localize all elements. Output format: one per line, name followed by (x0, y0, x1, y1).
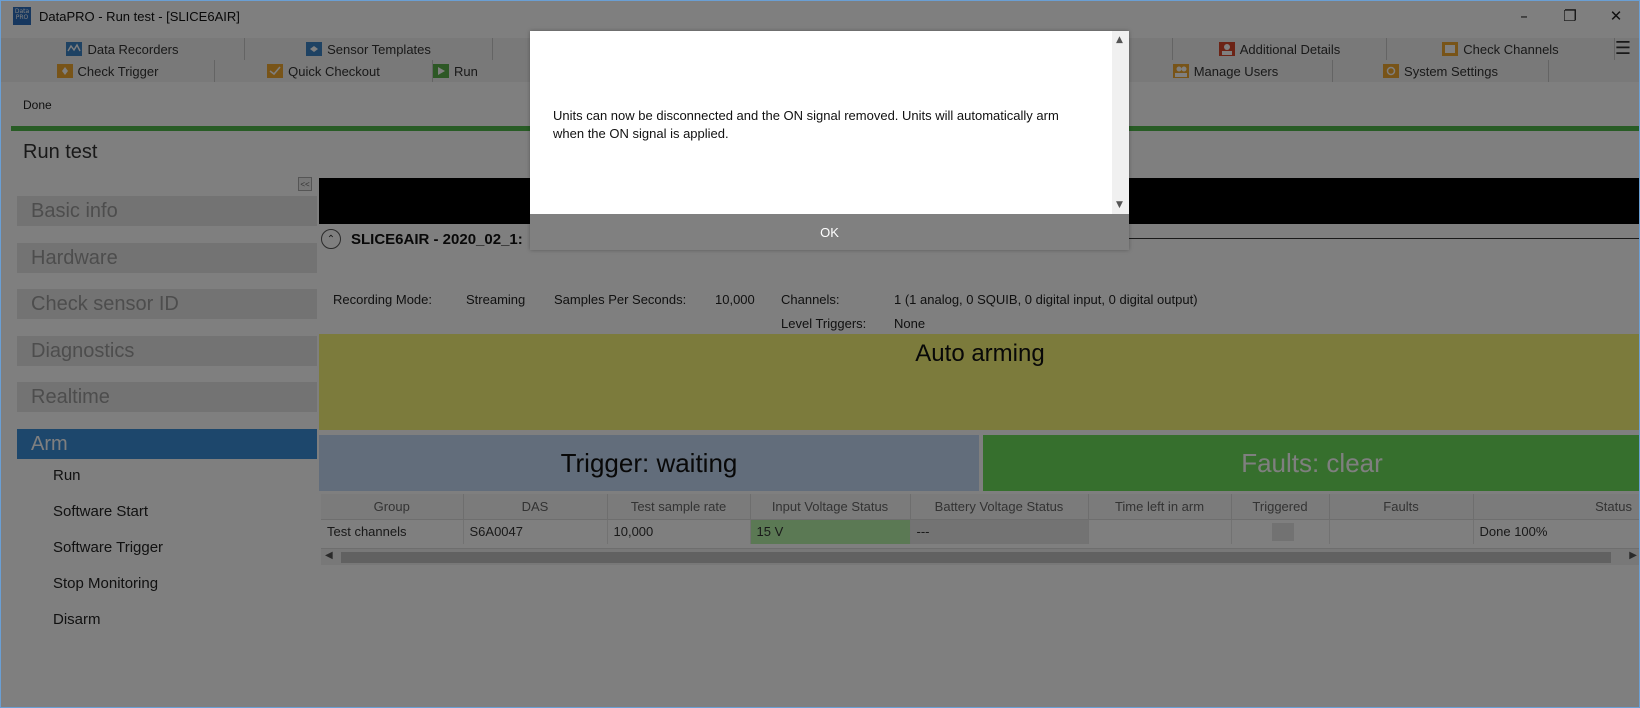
tab-label: Sensor Templates (327, 41, 431, 57)
tab-label: Additional Details (1239, 41, 1341, 57)
page-title: Run test (23, 141, 98, 163)
run-icon (433, 64, 449, 78)
recording-mode-label: Recording Mode: (333, 292, 432, 307)
tab-check-trigger[interactable]: Check Trigger (1, 60, 215, 82)
status-text: Done (23, 98, 52, 112)
recording-mode-value: Streaming (466, 292, 526, 307)
faults-status-panel: Faults: clear (983, 435, 1639, 491)
restore-button[interactable]: ❐ (1547, 1, 1593, 31)
step-hardware[interactable]: Hardware (17, 243, 317, 273)
cell-input-voltage: 15 V (750, 519, 911, 544)
recorder-icon (66, 42, 83, 56)
test-title: SLICE6AIR - 2020_02_1: (351, 230, 523, 248)
trigger-icon (56, 64, 73, 78)
cell-rate: 10,000 (607, 519, 751, 544)
cell-das: S6A0047 (463, 519, 608, 544)
trigger-status-panel: Trigger: waiting (319, 435, 979, 491)
column-header-sample-rate[interactable]: Test sample rate (607, 494, 751, 520)
scrollbar-thumb[interactable] (341, 552, 1611, 563)
sps-value: 10,000 (715, 292, 755, 307)
settings-icon (1383, 64, 1400, 78)
tab-label: Quick Checkout (288, 63, 380, 79)
column-header-faults[interactable]: Faults (1329, 494, 1474, 520)
arming-status-text: Auto arming (915, 340, 1045, 367)
tab-data-recorders[interactable]: Data Recorders (1, 38, 245, 60)
tab-manage-users[interactable]: Manage Users (1119, 60, 1333, 82)
horizontal-scrollbar[interactable]: ◀ ▶ (321, 548, 1639, 565)
tab-label: Check Channels (1463, 41, 1559, 57)
column-header-status[interactable]: Status (1473, 494, 1639, 520)
channels-label: Channels: (781, 292, 840, 307)
column-header-triggered[interactable]: Triggered (1231, 494, 1330, 520)
chevron-up-icon[interactable]: ⌃ (321, 229, 341, 249)
scroll-down-icon[interactable]: ▼ (1116, 200, 1123, 210)
step-diagnostics[interactable]: Diagnostics (17, 336, 317, 366)
scroll-up-icon[interactable]: ▲ (1116, 35, 1123, 45)
test-header: ⌃ SLICE6AIR - 2020_02_1: (321, 229, 523, 249)
sps-label: Samples Per Seconds: (554, 292, 687, 307)
cell-status: Done 100% (1473, 519, 1639, 544)
column-header-das[interactable]: DAS (463, 494, 608, 520)
tab-label: Data Recorders (87, 41, 179, 57)
triggered-indicator (1272, 522, 1294, 541)
template-icon (306, 42, 323, 56)
channels-value: 1 (1 analog, 0 SQUIB, 0 digital input, 0… (894, 292, 1198, 307)
sub-item-software-trigger[interactable]: Software Trigger (53, 539, 163, 556)
check-channels-icon (1442, 42, 1459, 56)
scroll-right-icon[interactable]: ▶ (1629, 550, 1637, 561)
tab-additional-details[interactable]: Additional Details (1173, 38, 1387, 60)
column-header-battery-voltage[interactable]: Battery Voltage Status (910, 494, 1089, 520)
tab-label: Check Trigger (77, 63, 159, 79)
minimize-button[interactable]: – (1501, 1, 1547, 31)
step-arm[interactable]: Arm (17, 429, 317, 459)
sub-item-disarm[interactable]: Disarm (53, 611, 101, 628)
step-check-sensor-id[interactable]: Check sensor ID (17, 289, 317, 319)
column-header-input-voltage[interactable]: Input Voltage Status (750, 494, 911, 520)
sub-item-software-start[interactable]: Software Start (53, 503, 148, 520)
app-window: Data PRO DataPRO - Run test - [SLICE6AIR… (0, 0, 1640, 708)
step-realtime[interactable]: Realtime (17, 382, 317, 412)
menu-icon[interactable]: ☰ (1615, 38, 1631, 59)
column-header-time-left[interactable]: Time left in arm (1088, 494, 1232, 520)
level-triggers-value: None (894, 316, 926, 331)
dialog-message: Units can now be disconnected and the ON… (553, 108, 1059, 141)
tab-sensor-templates[interactable]: Sensor Templates (245, 38, 493, 60)
window-title: DataPRO - Run test - [SLICE6AIR] (39, 8, 240, 24)
tab-check-channels[interactable]: Check Channels (1387, 38, 1615, 60)
message-dialog: Units can now be disconnected and the ON… (530, 31, 1129, 250)
ok-button[interactable]: OK (530, 214, 1129, 250)
divider (1129, 238, 1639, 239)
arming-status-panel: Auto arming (319, 334, 1639, 430)
collapse-sidebar-button[interactable]: << (298, 177, 312, 191)
das-table: Group DAS Test sample rate Input Voltage… (321, 494, 1639, 544)
sub-item-run[interactable]: Run (53, 467, 81, 484)
tab-label: Run (454, 63, 478, 79)
table-header-row: Group DAS Test sample rate Input Voltage… (321, 494, 1639, 520)
cell-battery-voltage: --- (910, 519, 1089, 544)
checkout-icon (267, 64, 284, 78)
cell-faults (1329, 519, 1474, 544)
close-button[interactable]: ✕ (1593, 1, 1639, 31)
tab-label: Manage Users (1193, 63, 1279, 79)
dialog-scrollbar[interactable]: ▲ ▼ (1112, 31, 1129, 214)
tab-label: System Settings (1404, 63, 1498, 79)
cell-group: Test channels (321, 519, 464, 544)
tab-quick-checkout[interactable]: Quick Checkout (215, 60, 433, 82)
cell-triggered (1231, 519, 1330, 544)
sub-item-stop-monitoring[interactable]: Stop Monitoring (53, 575, 158, 592)
column-header-group[interactable]: Group (321, 494, 464, 520)
user-icon (1218, 42, 1235, 56)
cell-time-left (1088, 519, 1232, 544)
users-icon (1172, 64, 1189, 78)
table-row[interactable]: Test channels S6A0047 10,000 15 V --- Do… (321, 519, 1639, 544)
datapro-app-icon: Data PRO (13, 7, 31, 25)
title-bar: Data PRO DataPRO - Run test - [SLICE6AIR… (1, 1, 1639, 31)
tab-system-settings[interactable]: System Settings (1333, 60, 1549, 82)
step-basic-info[interactable]: Basic info (17, 196, 317, 226)
level-triggers-label: Level Triggers: (781, 316, 867, 331)
scroll-left-icon[interactable]: ◀ (325, 550, 333, 561)
